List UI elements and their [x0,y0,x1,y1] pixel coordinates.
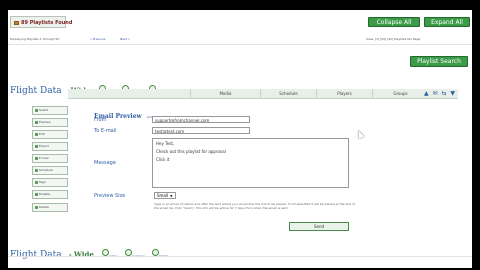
flight-data-title: Flight Data [10,86,62,96]
message-line: Check out this playlist for approval [156,149,226,154]
folder-icon [14,21,19,25]
sidebar-preview-button[interactable]: Preview [32,118,68,127]
sidebar-export-button[interactable]: Export [32,142,68,151]
to-email-label: To E-mail [94,128,117,134]
collapse-all-button[interactable]: Collapse All [368,17,420,27]
preview-size-select[interactable]: Small ▼ [154,192,176,199]
flight-data-title: Flight Data [10,250,62,260]
preview-size-label: Preview Size [94,193,126,199]
tab-bar: Media Schedule Players Groups ▲ ✉ ⇆ ▼ [68,89,458,99]
active-icon[interactable] [101,249,109,256]
sidebar-tags-button[interactable]: Tags [32,178,68,187]
instruction-note: Type in an email [?] below and after the… [154,202,355,210]
per-page-selector[interactable]: View: [1] [50] [all] Playlists Per Page [366,37,420,41]
playlists-found-badge: 89 Playlists Found [10,16,72,28]
chevron-down-icon: ▼ [170,194,173,198]
tab-players[interactable]: Players [316,89,372,99]
sidebar-disable-button[interactable]: Disable [32,190,68,199]
wide-label: - Wide [68,250,94,259]
tab-groups[interactable]: Groups [372,89,428,99]
to-email-field[interactable]: test@test.com [152,127,250,134]
message-line: Hey Test, [156,141,175,146]
from-label: From [94,117,107,123]
sidebar-schedule-button[interactable]: Schedule [32,166,68,175]
message-textarea[interactable]: Hey Test, Check out this playlist for ap… [152,138,349,188]
from-field[interactable]: support@fromchannel.com [152,116,250,123]
sidebar-select-button[interactable]: Select [32,106,68,115]
divider [8,256,472,257]
next-link[interactable]: Next » [120,37,130,41]
message-label: Message [94,160,116,166]
flight-data-footer-header: Flight Data - Wide Active Collapse Detai… [10,242,168,261]
send-button[interactable]: Send [289,222,349,231]
previous-link[interactable]: « Previous [90,37,105,41]
playlist-page: 89 Playlists Found Collapse All Expand A… [8,10,472,268]
tab-media[interactable]: Media [190,89,260,99]
playlist-search-button[interactable]: Playlist Search [410,56,468,67]
displaying-text: Displaying Playlists 1 through 50 [10,37,60,41]
sidebar-email-button[interactable]: E-mail [32,154,68,163]
divider [8,44,472,45]
tab-action-icons[interactable]: ▲ ✉ ⇆ ▼ [424,90,456,97]
sidebar-delete-button[interactable]: Delete [32,203,68,212]
tab-schedule[interactable]: Schedule [260,89,316,99]
mouse-cursor-icon [355,129,365,139]
message-line: Click it [156,157,170,162]
expand-all-button[interactable]: Expand All [424,17,470,27]
sidebar-edit-button[interactable]: Edit [32,130,68,139]
